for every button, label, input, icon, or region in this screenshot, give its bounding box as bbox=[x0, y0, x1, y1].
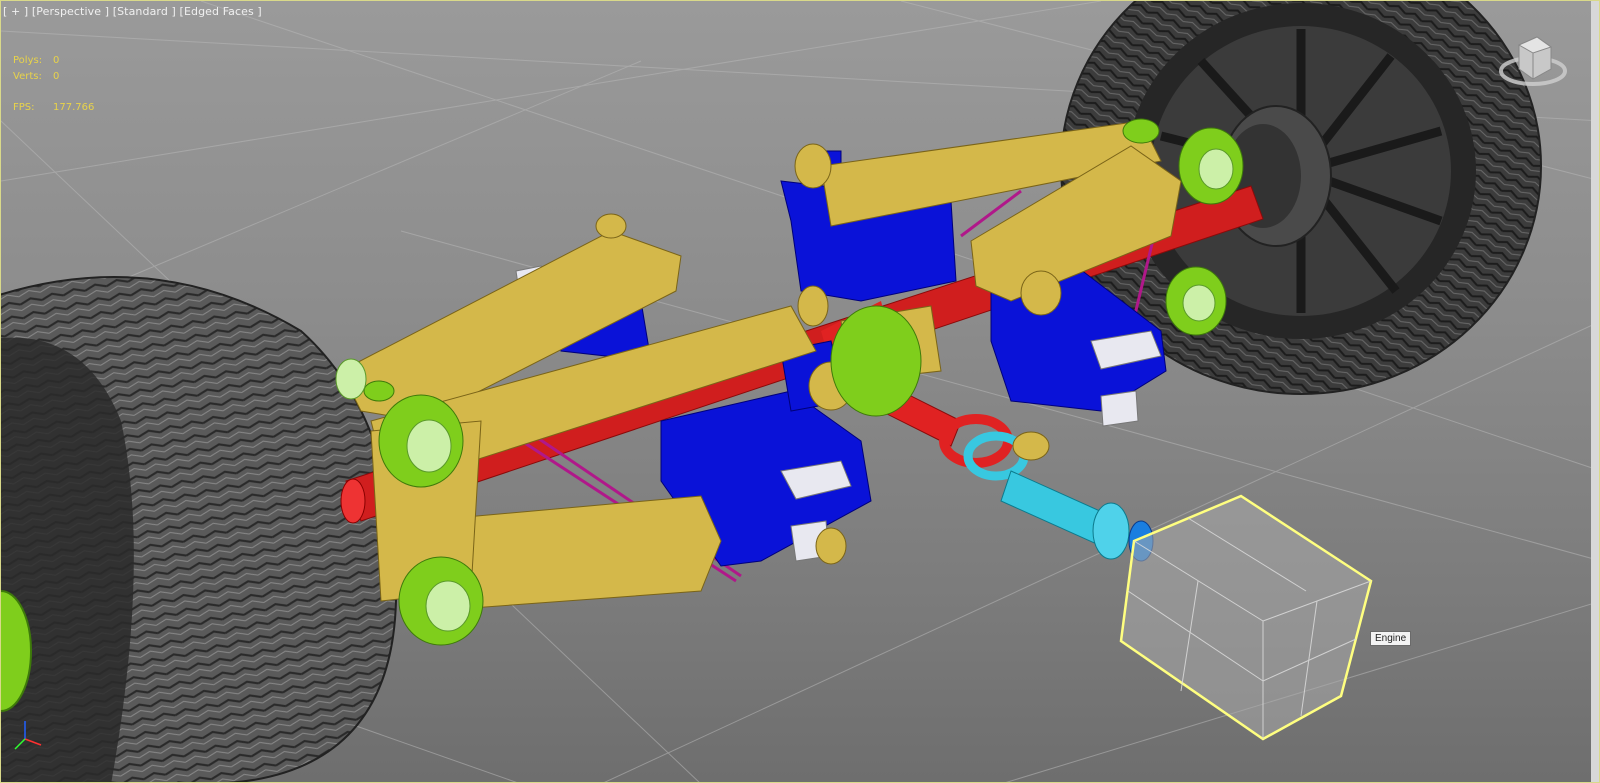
viewcube-icon[interactable] bbox=[1497, 31, 1569, 95]
engine-box[interactable] bbox=[1119, 494, 1373, 741]
left-wheel[interactable] bbox=[1, 276, 398, 783]
engine-object-label: Engine bbox=[1370, 631, 1412, 646]
viewport-menu-point-of-view[interactable]: [Perspective ] bbox=[32, 5, 109, 18]
polys-row: Polys: 0 bbox=[13, 53, 94, 69]
viewport-menu-plus[interactable]: [ + ] bbox=[3, 5, 28, 18]
polys-label: Polys: bbox=[13, 55, 43, 66]
verts-value: 0 bbox=[53, 71, 60, 82]
perspective-viewport[interactable]: [ + ] [Perspective ] [Standard ] [Edged … bbox=[0, 0, 1600, 783]
scene-render[interactable] bbox=[1, 1, 1600, 783]
fps-value: 177.766 bbox=[53, 102, 95, 113]
viewport-menu-shading[interactable]: [Standard ] bbox=[113, 5, 176, 18]
viewport-border-strip bbox=[1591, 1, 1599, 782]
viewport-menu-edged-faces[interactable]: [Edged Faces ] bbox=[180, 5, 262, 18]
polys-value: 0 bbox=[53, 55, 60, 66]
verts-row: Verts: 0 bbox=[13, 69, 94, 85]
fps-label: FPS: bbox=[13, 102, 35, 113]
verts-label: Verts: bbox=[13, 71, 42, 82]
viewport-label: [ + ] [Perspective ] [Standard ] [Edged … bbox=[3, 5, 262, 18]
statistics-overlay: Polys: 0 Verts: 0 FPS: 177.766 bbox=[13, 53, 94, 116]
fps-row: FPS: 177.766 bbox=[13, 100, 94, 116]
